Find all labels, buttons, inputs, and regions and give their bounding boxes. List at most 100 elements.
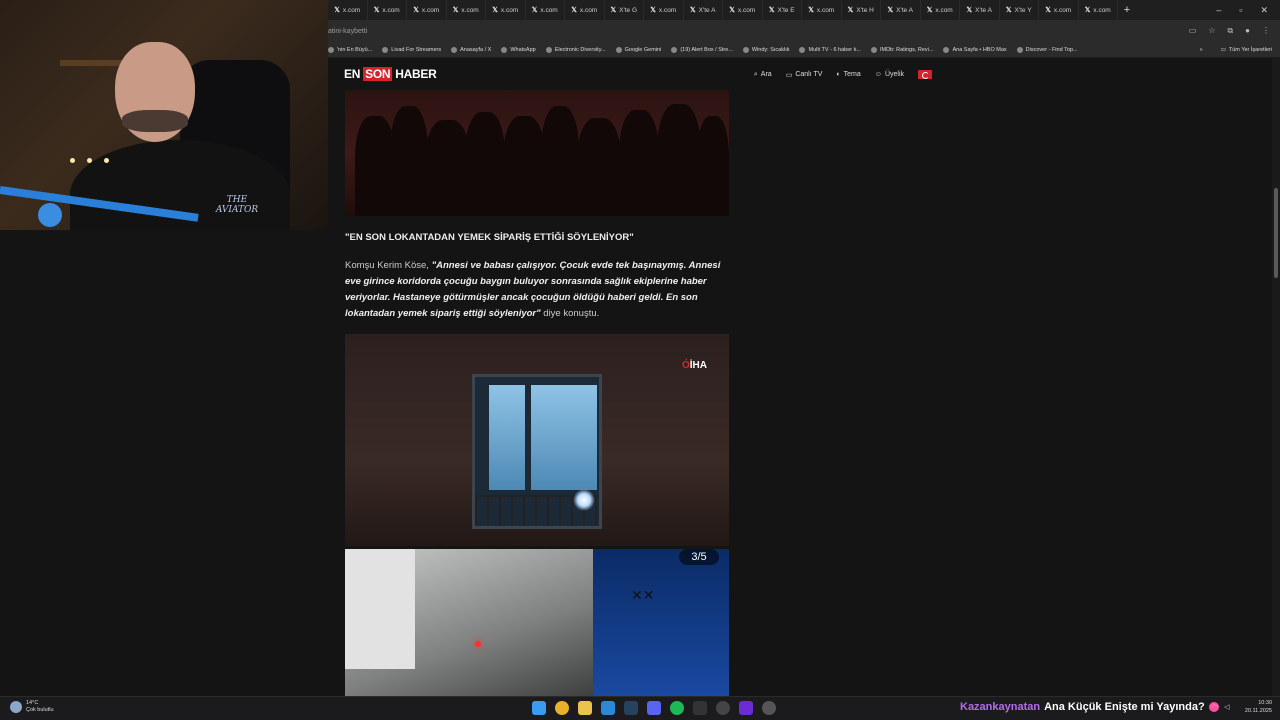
- favicon-icon: [799, 46, 806, 53]
- browser-tab[interactable]: 𝕏x.com: [565, 0, 605, 20]
- browser-tab[interactable]: 𝕏x.com: [644, 0, 684, 20]
- address-bar[interactable]: atini-kaybetti ▭ ☆ ⧉ ● ⋮: [328, 20, 1280, 42]
- windows-taskbar: 14°C Çok bulutlu Kazankaynatan Ana Küçük …: [0, 696, 1280, 720]
- browser-tab[interactable]: 𝕏x.com: [921, 0, 960, 20]
- search-icon: ⌕: [753, 70, 758, 78]
- bookmark-star-icon[interactable]: ☆: [1208, 26, 1215, 36]
- browser-tab[interactable]: 𝕏x.com: [526, 0, 565, 20]
- extensions-icon[interactable]: ⧉: [1227, 26, 1233, 36]
- close-icon[interactable]: ✕: [1260, 5, 1268, 16]
- site-logo[interactable]: EN SON HABER: [344, 67, 437, 81]
- bookmark-item[interactable]: Windy: Sıcaklık: [742, 46, 789, 53]
- nav-live-tv[interactable]: ▭ Canlı TV: [786, 70, 823, 79]
- favicon-icon: [451, 46, 458, 53]
- x-logo-icon: 𝕏: [847, 7, 854, 14]
- bookmark-item[interactable]: Ana Sayfa • HBO Max: [943, 46, 1007, 53]
- turkey-flag-icon[interactable]: [918, 70, 932, 79]
- browser-tab[interactable]: 𝕏 X'te Y: [1000, 0, 1039, 20]
- browser-tab[interactable]: 𝕏x.com: [447, 0, 486, 20]
- edge-icon[interactable]: [601, 701, 615, 715]
- obs-icon[interactable]: [716, 701, 730, 715]
- bookmark-item[interactable]: Livad For Streamers: [382, 46, 441, 53]
- browser-tab[interactable]: 𝕏x.com: [1079, 0, 1118, 20]
- folder-icon: ▭: [1220, 46, 1226, 53]
- bookmark-item[interactable]: (19) Alert Box / Stre...: [671, 46, 733, 53]
- favicon-icon: [382, 46, 389, 53]
- x-logo-icon: 𝕏: [768, 7, 775, 14]
- browser-tab[interactable]: 𝕏x.com: [486, 0, 526, 20]
- x-logo-icon: 𝕏: [808, 7, 814, 14]
- bookmark-item[interactable]: 'nin En Büyü...: [328, 46, 372, 53]
- browser-tab[interactable]: 𝕏x.com: [802, 0, 842, 20]
- x-logo-icon: 𝕏: [1005, 7, 1012, 14]
- gallery-counter: 3/5: [679, 549, 719, 565]
- bookmark-item[interactable]: Electronic Diversity...: [545, 46, 606, 53]
- browser-tab[interactable]: 𝕏 X'te A: [684, 0, 723, 20]
- menu-icon[interactable]: ⋮: [1262, 26, 1270, 36]
- chrome-icon[interactable]: [555, 701, 569, 715]
- steam-icon[interactable]: [624, 701, 638, 715]
- article-paragraph: Komşu Kerim Köse, "Annesi ve babası çalı…: [345, 260, 721, 319]
- nav-membership[interactable]: ☺ Üyelik: [875, 70, 904, 79]
- app-icon-purple[interactable]: [739, 701, 753, 715]
- x-logo-icon: 𝕏: [452, 7, 459, 14]
- browser-tab[interactable]: 𝕏x.com: [368, 0, 407, 20]
- x-logo-icon: 𝕏: [966, 7, 973, 14]
- browser-tab[interactable]: 𝕏 X'te E: [763, 0, 802, 20]
- x-logo-icon: 𝕏: [690, 7, 696, 14]
- x-logo-icon: 𝕏: [1084, 7, 1091, 14]
- article-image-gallery[interactable]: ✕✕ 3/5: [345, 549, 729, 696]
- epic-icon[interactable]: [693, 701, 707, 715]
- nav-theme[interactable]: ◐ Tema: [836, 70, 860, 79]
- install-app-icon[interactable]: ▭: [1189, 26, 1197, 36]
- browser-tab-bar: 𝕏x.com 𝕏x.com 𝕏x.com 𝕏x.com 𝕏x.com 𝕏x.com 𝕏x.c…: [328, 0, 1280, 20]
- bookmark-item[interactable]: WhatsApp: [501, 46, 536, 53]
- spotify-icon[interactable]: [670, 701, 684, 715]
- browser-tab[interactable]: 𝕏 X'te G: [605, 0, 644, 20]
- browser-tab[interactable]: 𝕏x.com: [1039, 0, 1079, 20]
- maximize-icon[interactable]: ▫: [1239, 5, 1242, 16]
- nav-search[interactable]: ⌕ Ara: [754, 70, 772, 79]
- folder-icon[interactable]: [578, 701, 592, 715]
- page-scrollbar[interactable]: [1272, 58, 1280, 696]
- bookmark-item[interactable]: Multi TV - 6 haber k...: [799, 46, 861, 53]
- favicon-icon: [545, 46, 552, 53]
- browser-tab[interactable]: 𝕏 X'te H: [842, 0, 881, 20]
- browser-tab[interactable]: 𝕏x.com: [407, 0, 447, 20]
- article-image-window: ÓİHA: [345, 334, 729, 546]
- url-text[interactable]: atini-kaybetti: [328, 28, 367, 35]
- x-logo-icon: 𝕏: [492, 7, 498, 14]
- building-window: [472, 374, 602, 529]
- bookmark-item[interactable]: Google Gemini: [615, 46, 661, 53]
- x-logo-icon: 𝕏: [729, 7, 735, 14]
- start-icon[interactable]: [532, 701, 546, 715]
- bookmark-item[interactable]: Discover - Find Top...: [1016, 46, 1078, 53]
- browser-tab[interactable]: 𝕏 X'te A: [960, 0, 1000, 20]
- browser-tab[interactable]: 𝕏x.com: [723, 0, 763, 20]
- x-logo-icon: 𝕏: [650, 7, 656, 14]
- bookmarks-overflow-button[interactable]: »: [1200, 47, 1211, 53]
- browser-tab[interactable]: 𝕏 X'te A: [881, 0, 921, 20]
- article-image-crowd: [345, 90, 729, 216]
- browser-tab[interactable]: 𝕏x.com: [328, 0, 368, 20]
- scrollbar-thumb[interactable]: [1274, 188, 1278, 278]
- weather-widget[interactable]: 14°C Çok bulutlu: [10, 700, 54, 714]
- app-icon-gear[interactable]: [762, 701, 776, 715]
- x-logo-icon: 𝕏: [373, 7, 380, 14]
- theme-icon: ◐: [836, 71, 841, 78]
- discord-icon[interactable]: [647, 701, 661, 715]
- ticker-channel: Kazankaynatan: [960, 701, 1041, 713]
- volume-icon[interactable]: ◁: [1224, 703, 1229, 711]
- birds: ✕✕: [631, 587, 655, 603]
- bookmark-item[interactable]: IMDb: Ratings, Revi...: [870, 46, 933, 53]
- stream-ticker: Kazankaynatan Ana Küçük Enişte mi Yayında…: [960, 701, 1219, 713]
- x-logo-icon: 𝕏: [610, 7, 617, 14]
- profile-icon[interactable]: ●: [1245, 26, 1250, 36]
- wifi-icon[interactable]: ◠: [1212, 703, 1218, 711]
- new-tab-button[interactable]: +: [1118, 4, 1136, 16]
- fairy-lights: [70, 150, 130, 163]
- all-bookmarks-folder[interactable]: ▭ Tüm Yer İşaretleri: [1221, 47, 1280, 53]
- system-clock[interactable]: 10:30 20.11.2025: [1242, 699, 1272, 715]
- minimize-icon[interactable]: –: [1216, 5, 1221, 16]
- bookmark-item[interactable]: Anasayfa / X: [451, 46, 491, 53]
